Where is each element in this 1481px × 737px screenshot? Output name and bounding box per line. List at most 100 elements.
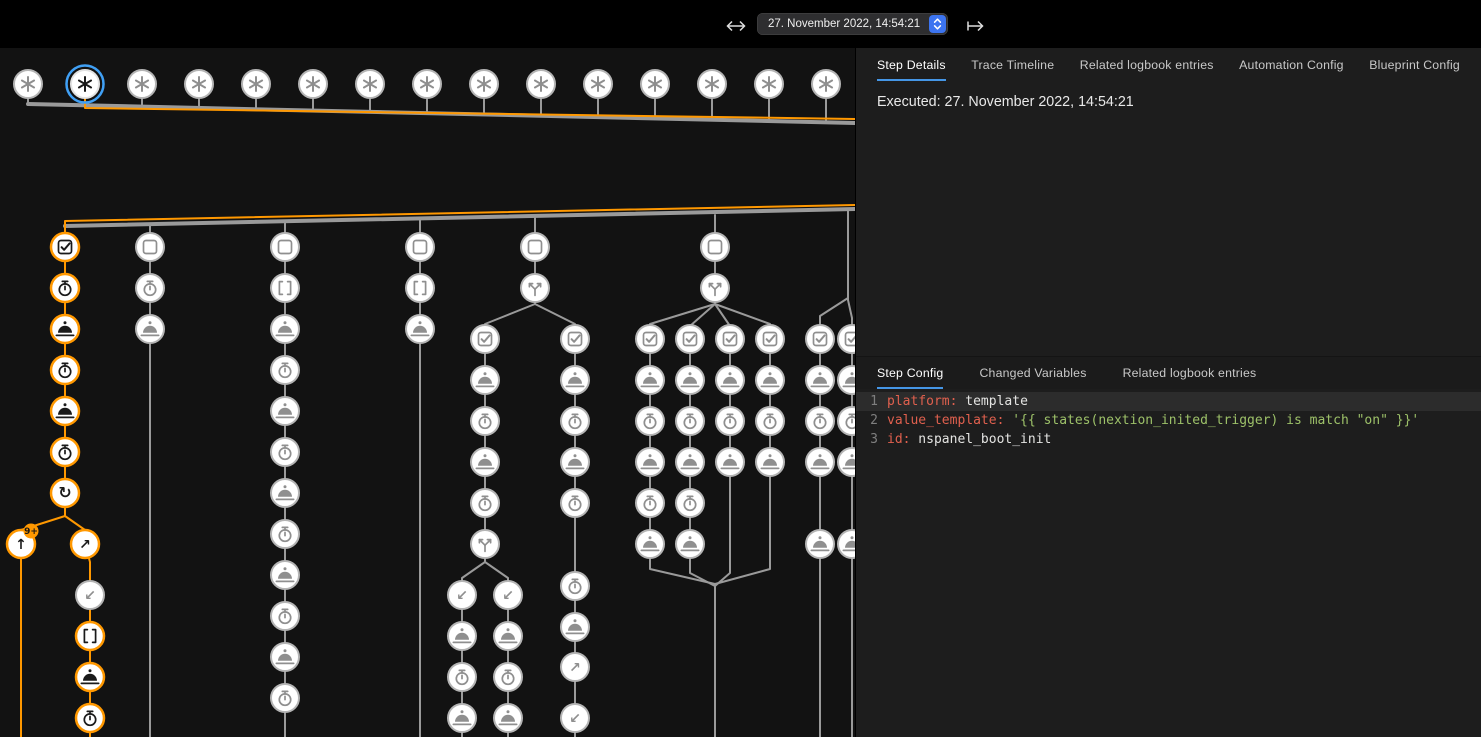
trace-run-select[interactable]: 27. November 2022, 14:54:21 — [757, 13, 948, 35]
trace-node-service-call-bell-icon[interactable] — [471, 366, 499, 394]
trace-node-delay-timer-icon[interactable] — [271, 438, 299, 466]
trace-node-delay-timer-icon[interactable] — [471, 407, 499, 435]
trace-node-delay-timer-icon[interactable] — [271, 602, 299, 630]
trace-node-trigger-asterisk-icon[interactable] — [356, 70, 384, 98]
trace-node-choose-split-icon[interactable] — [471, 530, 499, 558]
prev-trace-button[interactable] — [721, 15, 751, 40]
trace-node-service-call-bell-icon[interactable] — [271, 561, 299, 589]
trace-node-arrow-bottom-left-icon[interactable]: ↙ — [448, 581, 476, 609]
trace-node-trigger-asterisk-icon[interactable] — [413, 70, 441, 98]
trace-node-condition-checked-icon[interactable] — [561, 325, 589, 353]
trace-node-delay-timer-icon[interactable] — [494, 663, 522, 691]
trace-node-code-brackets-icon[interactable] — [406, 274, 434, 302]
trace-node-service-call-bell-icon[interactable] — [636, 448, 664, 476]
trace-node-condition-checked-icon[interactable] — [51, 233, 79, 261]
trace-node-delay-timer-icon[interactable] — [136, 274, 164, 302]
trace-node-arrow-bottom-left-icon[interactable]: ↙ — [561, 704, 589, 732]
trace-node-service-call-bell-icon[interactable] — [636, 366, 664, 394]
trace-node-delay-timer-icon[interactable] — [676, 407, 704, 435]
trace-node-trigger-asterisk-icon[interactable] — [698, 70, 726, 98]
trace-node-service-call-bell-icon[interactable] — [756, 448, 784, 476]
trace-node-trigger-asterisk-icon[interactable] — [185, 70, 213, 98]
tab-changed-variables[interactable]: Changed Variables — [979, 357, 1086, 389]
trace-node-service-call-bell-icon[interactable] — [756, 366, 784, 394]
trace-node-trigger-asterisk-icon[interactable] — [299, 70, 327, 98]
trace-node-service-call-bell-icon[interactable] — [676, 448, 704, 476]
trace-node-service-call-bell-icon[interactable] — [51, 315, 79, 343]
trace-node-condition-box-icon[interactable] — [701, 233, 729, 261]
trace-node-service-call-bell-icon[interactable] — [406, 315, 434, 343]
trace-node-arrow-top-right-icon[interactable]: ↗ — [561, 653, 589, 681]
trace-node-condition-box-icon[interactable] — [271, 233, 299, 261]
trace-node-delay-timer-icon[interactable] — [561, 407, 589, 435]
tab-related-logbook-entries[interactable]: Related logbook entries — [1080, 48, 1214, 81]
trace-node-condition-checked-icon[interactable] — [756, 325, 784, 353]
trace-node-delay-timer-icon[interactable] — [51, 274, 79, 302]
trace-node-condition-checked-icon[interactable] — [471, 325, 499, 353]
trace-node-trigger-asterisk-icon[interactable] — [527, 70, 555, 98]
trace-node-delay-timer-icon[interactable] — [51, 356, 79, 384]
trace-node-service-call-bell-icon[interactable] — [271, 643, 299, 671]
trace-node-choose-split-icon[interactable] — [521, 274, 549, 302]
trace-node-service-call-bell-icon[interactable] — [76, 663, 104, 691]
trace-node-service-call-bell-icon[interactable] — [676, 366, 704, 394]
next-trace-button[interactable] — [961, 15, 989, 40]
trace-node-service-call-bell-icon[interactable] — [806, 530, 834, 558]
trace-node-delay-timer-icon[interactable] — [806, 407, 834, 435]
trace-node-service-call-bell-icon[interactable] — [561, 613, 589, 641]
trace-node-service-call-bell-icon[interactable] — [51, 397, 79, 425]
trace-node-service-call-bell-icon[interactable] — [448, 622, 476, 650]
trace-node-delay-timer-icon[interactable] — [271, 520, 299, 548]
trace-node-delay-timer-icon[interactable] — [51, 438, 79, 466]
trace-node-delay-timer-icon[interactable] — [676, 489, 704, 517]
tab-blueprint-config[interactable]: Blueprint Config — [1369, 48, 1460, 81]
trace-node-condition-box-icon[interactable] — [521, 233, 549, 261]
trace-node-trigger-asterisk-icon[interactable] — [584, 70, 612, 98]
trace-node-service-call-bell-icon[interactable] — [561, 366, 589, 394]
trace-node-service-call-bell-icon[interactable] — [838, 448, 855, 476]
trace-node-delay-timer-icon[interactable] — [636, 489, 664, 517]
trace-node-arrow-top-right-icon[interactable]: ↗ — [71, 530, 99, 558]
trace-node-service-call-bell-icon[interactable] — [806, 366, 834, 394]
tab-step-config[interactable]: Step Config — [877, 357, 943, 389]
trace-node-trigger-asterisk-icon[interactable] — [470, 70, 498, 98]
trace-node-choose-split-icon[interactable] — [701, 274, 729, 302]
trace-node-service-call-bell-icon[interactable] — [471, 448, 499, 476]
tab-trace-timeline[interactable]: Trace Timeline — [971, 48, 1054, 81]
trace-graph[interactable]: ↻↑9+↗↙↙↙↗↙ — [0, 48, 855, 737]
trace-node-trigger-asterisk-icon[interactable] — [242, 70, 270, 98]
trace-node-arrow-bottom-left-icon[interactable]: ↙ — [76, 581, 104, 609]
trace-node-service-call-bell-icon[interactable] — [448, 704, 476, 732]
trace-node-condition-checked-icon[interactable] — [806, 325, 834, 353]
trace-node-condition-box-icon[interactable] — [406, 233, 434, 261]
trace-node-delay-timer-icon[interactable] — [756, 407, 784, 435]
trace-node-condition-box-icon[interactable] — [136, 233, 164, 261]
trace-node-condition-checked-icon[interactable] — [636, 325, 664, 353]
trace-node-delay-timer-icon[interactable] — [76, 704, 104, 732]
trace-node-delay-timer-icon[interactable] — [471, 489, 499, 517]
trace-node-trigger-asterisk-icon[interactable] — [755, 70, 783, 98]
trace-node-service-call-bell-icon[interactable] — [716, 448, 744, 476]
trace-node-delay-timer-icon[interactable] — [448, 663, 476, 691]
trace-node-trigger-asterisk-icon[interactable] — [641, 70, 669, 98]
trace-node-delay-timer-icon[interactable] — [561, 489, 589, 517]
trace-node-repeat-refresh-icon[interactable]: ↻ — [51, 479, 79, 507]
trace-node-service-call-bell-icon[interactable] — [494, 622, 522, 650]
trace-node-delay-timer-icon[interactable] — [271, 356, 299, 384]
trace-node-trigger-asterisk-icon[interactable] — [14, 70, 42, 98]
trace-node-delay-timer-icon[interactable] — [271, 684, 299, 712]
trace-node-code-brackets-icon[interactable] — [271, 274, 299, 302]
trace-node-trigger-asterisk-icon[interactable] — [812, 70, 840, 98]
trace-node-condition-checked-icon[interactable] — [676, 325, 704, 353]
trace-node-service-call-bell-icon[interactable] — [676, 530, 704, 558]
trace-node-condition-checked-icon[interactable] — [716, 325, 744, 353]
trace-node-delay-timer-icon[interactable] — [838, 407, 855, 435]
trace-node-code-brackets-icon[interactable] — [76, 622, 104, 650]
trace-node-service-call-bell-icon[interactable] — [136, 315, 164, 343]
trace-node-delay-timer-icon[interactable] — [636, 407, 664, 435]
trace-node-service-call-bell-icon[interactable] — [271, 479, 299, 507]
tab-step-related-logbook-entries[interactable]: Related logbook entries — [1123, 357, 1257, 389]
trace-node-trigger-asterisk-icon[interactable] — [128, 70, 156, 98]
trace-node-service-call-bell-icon[interactable] — [838, 530, 855, 558]
trace-node-service-call-bell-icon[interactable] — [271, 397, 299, 425]
